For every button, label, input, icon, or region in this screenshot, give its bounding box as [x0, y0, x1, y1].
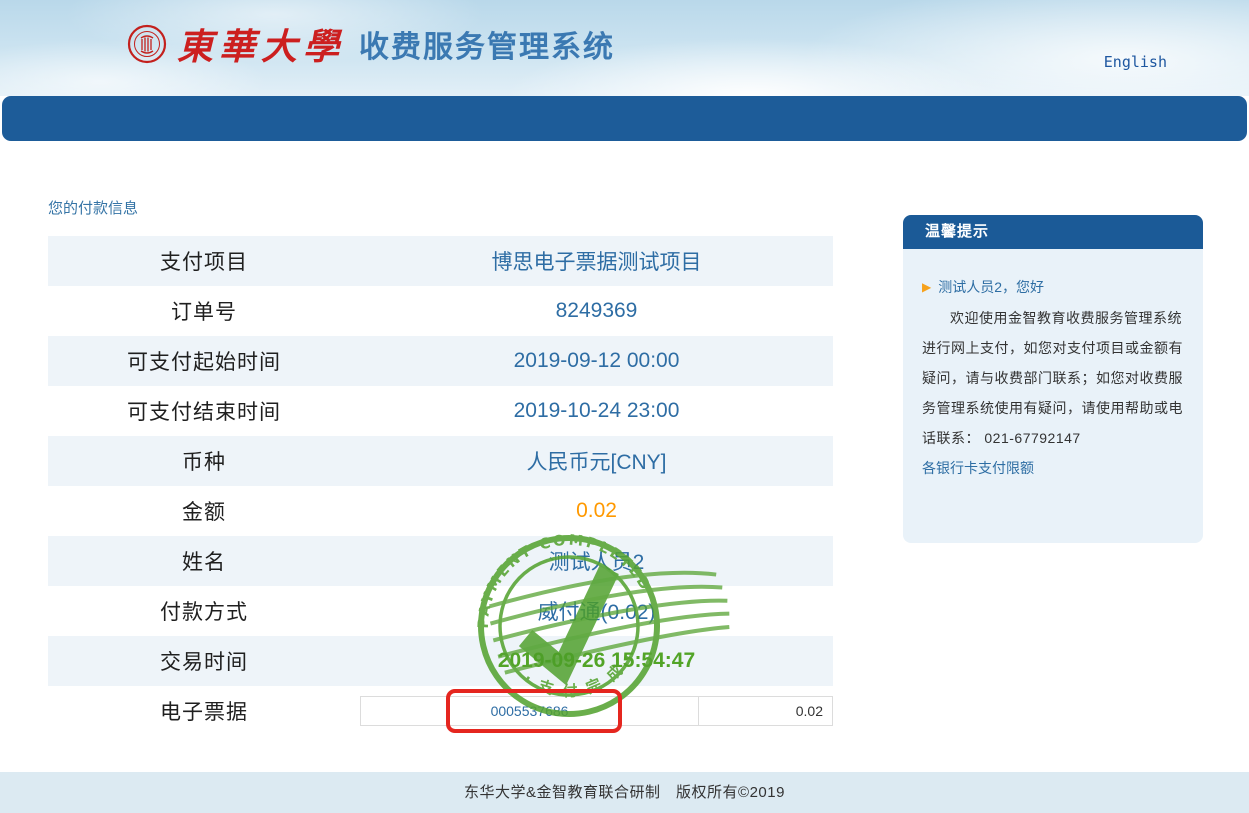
row-currency: 币种人民币元[CNY]	[48, 436, 833, 486]
tips-sidebar-body: ▶ 测试人员2，您好 欢迎使用金智教育收费服务管理系统进行网上支付，如您对支付项…	[903, 249, 1203, 543]
main-navbar	[2, 96, 1247, 141]
row-value: 00055376860.02	[360, 696, 833, 726]
row-value: 2019-09-12 00:00	[360, 349, 833, 373]
row-label: 订单号	[48, 296, 360, 326]
tips-sidebar-title: 温馨提示	[903, 215, 1203, 249]
row-label: 金额	[48, 496, 360, 526]
row-value: 人民币元[CNY]	[360, 446, 833, 476]
invoice-amount: 0.02	[698, 697, 832, 725]
row-value: 博思电子票据测试项目	[360, 246, 833, 276]
row-label: 姓名	[48, 546, 360, 576]
row-payment-method: 付款方式威付通(0.02)	[48, 586, 833, 636]
row-label: 支付项目	[48, 246, 360, 276]
row-label: 可支付结束时间	[48, 396, 360, 426]
content-area: 您的付款信息 支付项目博思电子票据测试项目订单号8249369可支付起始时间20…	[0, 141, 1249, 772]
brand: 東華大學 收费服务管理系统	[127, 18, 615, 70]
payment-info-title: 您的付款信息	[48, 197, 138, 218]
university-name: 東華大學	[177, 18, 345, 70]
page-footer: 东华大学&金智教育联合研制 版权所有©2019	[0, 772, 1249, 813]
row-transaction-time: 交易时间2019-09-26 15:54:47	[48, 636, 833, 686]
arrow-right-icon: ▶	[922, 280, 931, 294]
row-payer-name: 姓名测试人员2	[48, 536, 833, 586]
payment-table: 支付项目博思电子票据测试项目订单号8249369可支付起始时间2019-09-1…	[48, 236, 833, 736]
english-language-link[interactable]: English	[1104, 53, 1167, 71]
bank-card-limit-link[interactable]: 各银行卡支付限额	[922, 453, 1034, 483]
row-value: 威付通(0.02)	[360, 596, 833, 626]
row-label: 付款方式	[48, 596, 360, 626]
row-amount: 金额0.02	[48, 486, 833, 536]
invoice-inner-table: 00055376860.02	[360, 696, 833, 726]
row-pay-start-time: 可支付起始时间2019-09-12 00:00	[48, 336, 833, 386]
payment-result-page: 東華大學 收费服务管理系统 English 您的付款信息 支付项目博思电子票据测…	[0, 0, 1249, 813]
page-header: 東華大學 收费服务管理系统 English	[0, 0, 1249, 96]
user-greeting: ▶ 测试人员2，您好	[922, 277, 1184, 297]
row-label: 交易时间	[48, 646, 360, 676]
row-label: 币种	[48, 446, 360, 476]
system-title: 收费服务管理系统	[359, 22, 615, 66]
row-value: 8249369	[360, 299, 833, 323]
tips-sidebar: 温馨提示 ▶ 测试人员2，您好 欢迎使用金智教育收费服务管理系统进行网上支付，如…	[903, 215, 1203, 543]
row-value: 2019-09-26 15:54:47	[360, 649, 833, 673]
row-order-no: 订单号8249369	[48, 286, 833, 336]
row-e-invoice: 电子票据00055376860.02	[48, 686, 833, 736]
row-pay-end-time: 可支付结束时间2019-10-24 23:00	[48, 386, 833, 436]
tips-message: 欢迎使用金智教育收费服务管理系统进行网上支付，如您对支付项目或金额有疑问，请与收…	[922, 303, 1184, 453]
row-label: 可支付起始时间	[48, 346, 360, 376]
row-value: 0.02	[360, 499, 833, 523]
row-payment-item: 支付项目博思电子票据测试项目	[48, 236, 833, 286]
row-value: 测试人员2	[360, 546, 833, 576]
row-value: 2019-10-24 23:00	[360, 399, 833, 423]
user-greeting-text: 测试人员2，您好	[938, 277, 1044, 297]
invoice-number-link[interactable]: 0005537686	[361, 697, 698, 725]
university-seal-icon	[127, 24, 167, 64]
row-label: 电子票据	[48, 696, 360, 726]
